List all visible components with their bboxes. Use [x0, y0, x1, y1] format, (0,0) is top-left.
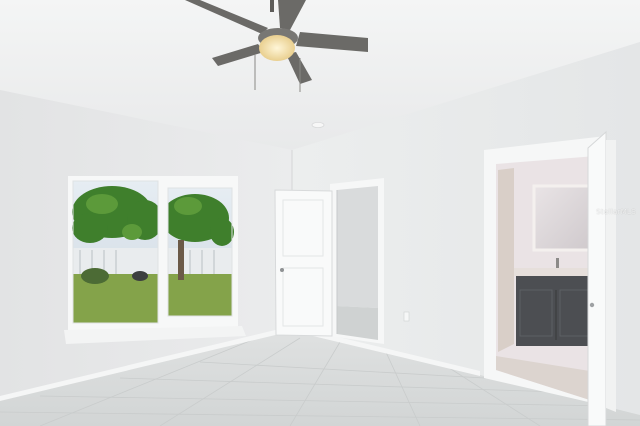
bedroom-scene — [0, 0, 640, 426]
closet-doorway — [330, 178, 384, 344]
fan-light — [259, 35, 295, 61]
closet-door[interactable] — [274, 189, 333, 337]
smoke-detector — [311, 122, 325, 129]
vanity-counter — [514, 268, 596, 276]
window — [64, 176, 246, 344]
outlet-icon — [403, 311, 410, 322]
bedroom-photo: StellarMLS — [0, 0, 640, 426]
bathroom-door[interactable] — [587, 130, 607, 426]
door-knob[interactable] — [280, 268, 284, 272]
door-knob[interactable] — [589, 302, 595, 308]
watermark-text: StellarMLS — [596, 208, 636, 216]
bathroom-mirror — [532, 184, 594, 252]
